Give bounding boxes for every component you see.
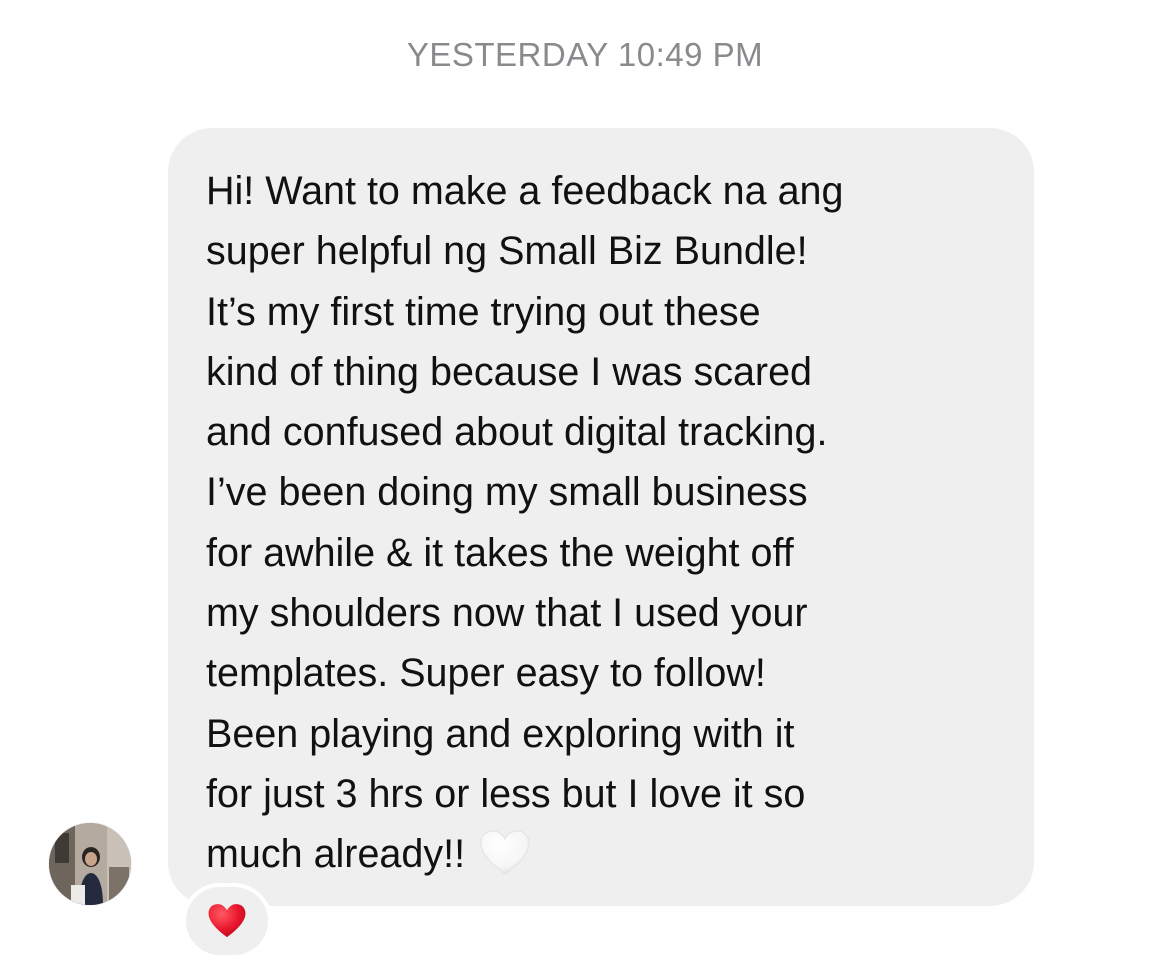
white-heart-icon	[479, 829, 531, 877]
message-line-text: much already!!	[206, 832, 466, 877]
message-thread: YESTERDAY 10:49 PM Hi! Want to make a fe…	[0, 0, 1170, 978]
message-line: Been playing and exploring with it	[206, 711, 795, 756]
message-line: kind of thing because I was scared	[206, 349, 813, 394]
message-line: for awhile & it takes the weight off	[206, 530, 794, 575]
message-bubble[interactable]: Hi! Want to make a feedback na ang super…	[168, 128, 1034, 906]
message-last-line: much already!!	[206, 824, 1004, 884]
message-line: super helpful ng Small Biz Bundle!	[206, 229, 808, 274]
message-line: and confused about digital tracking.	[206, 410, 828, 455]
message-line: for just 3 hrs or less but I love it so	[206, 771, 806, 816]
message-line: templates. Super easy to follow!	[206, 651, 766, 696]
avatar[interactable]	[49, 823, 131, 905]
message-line: Hi! Want to make a feedback na ang	[206, 169, 844, 213]
message-line: I’ve been doing my small business	[206, 470, 808, 515]
message-line: It’s my first time trying out these	[206, 289, 761, 334]
reaction-badge[interactable]	[182, 883, 272, 959]
red-heart-icon	[207, 902, 247, 940]
timestamp: YESTERDAY 10:49 PM	[406, 36, 764, 73]
message-line: my shoulders now that I used your	[206, 591, 808, 636]
